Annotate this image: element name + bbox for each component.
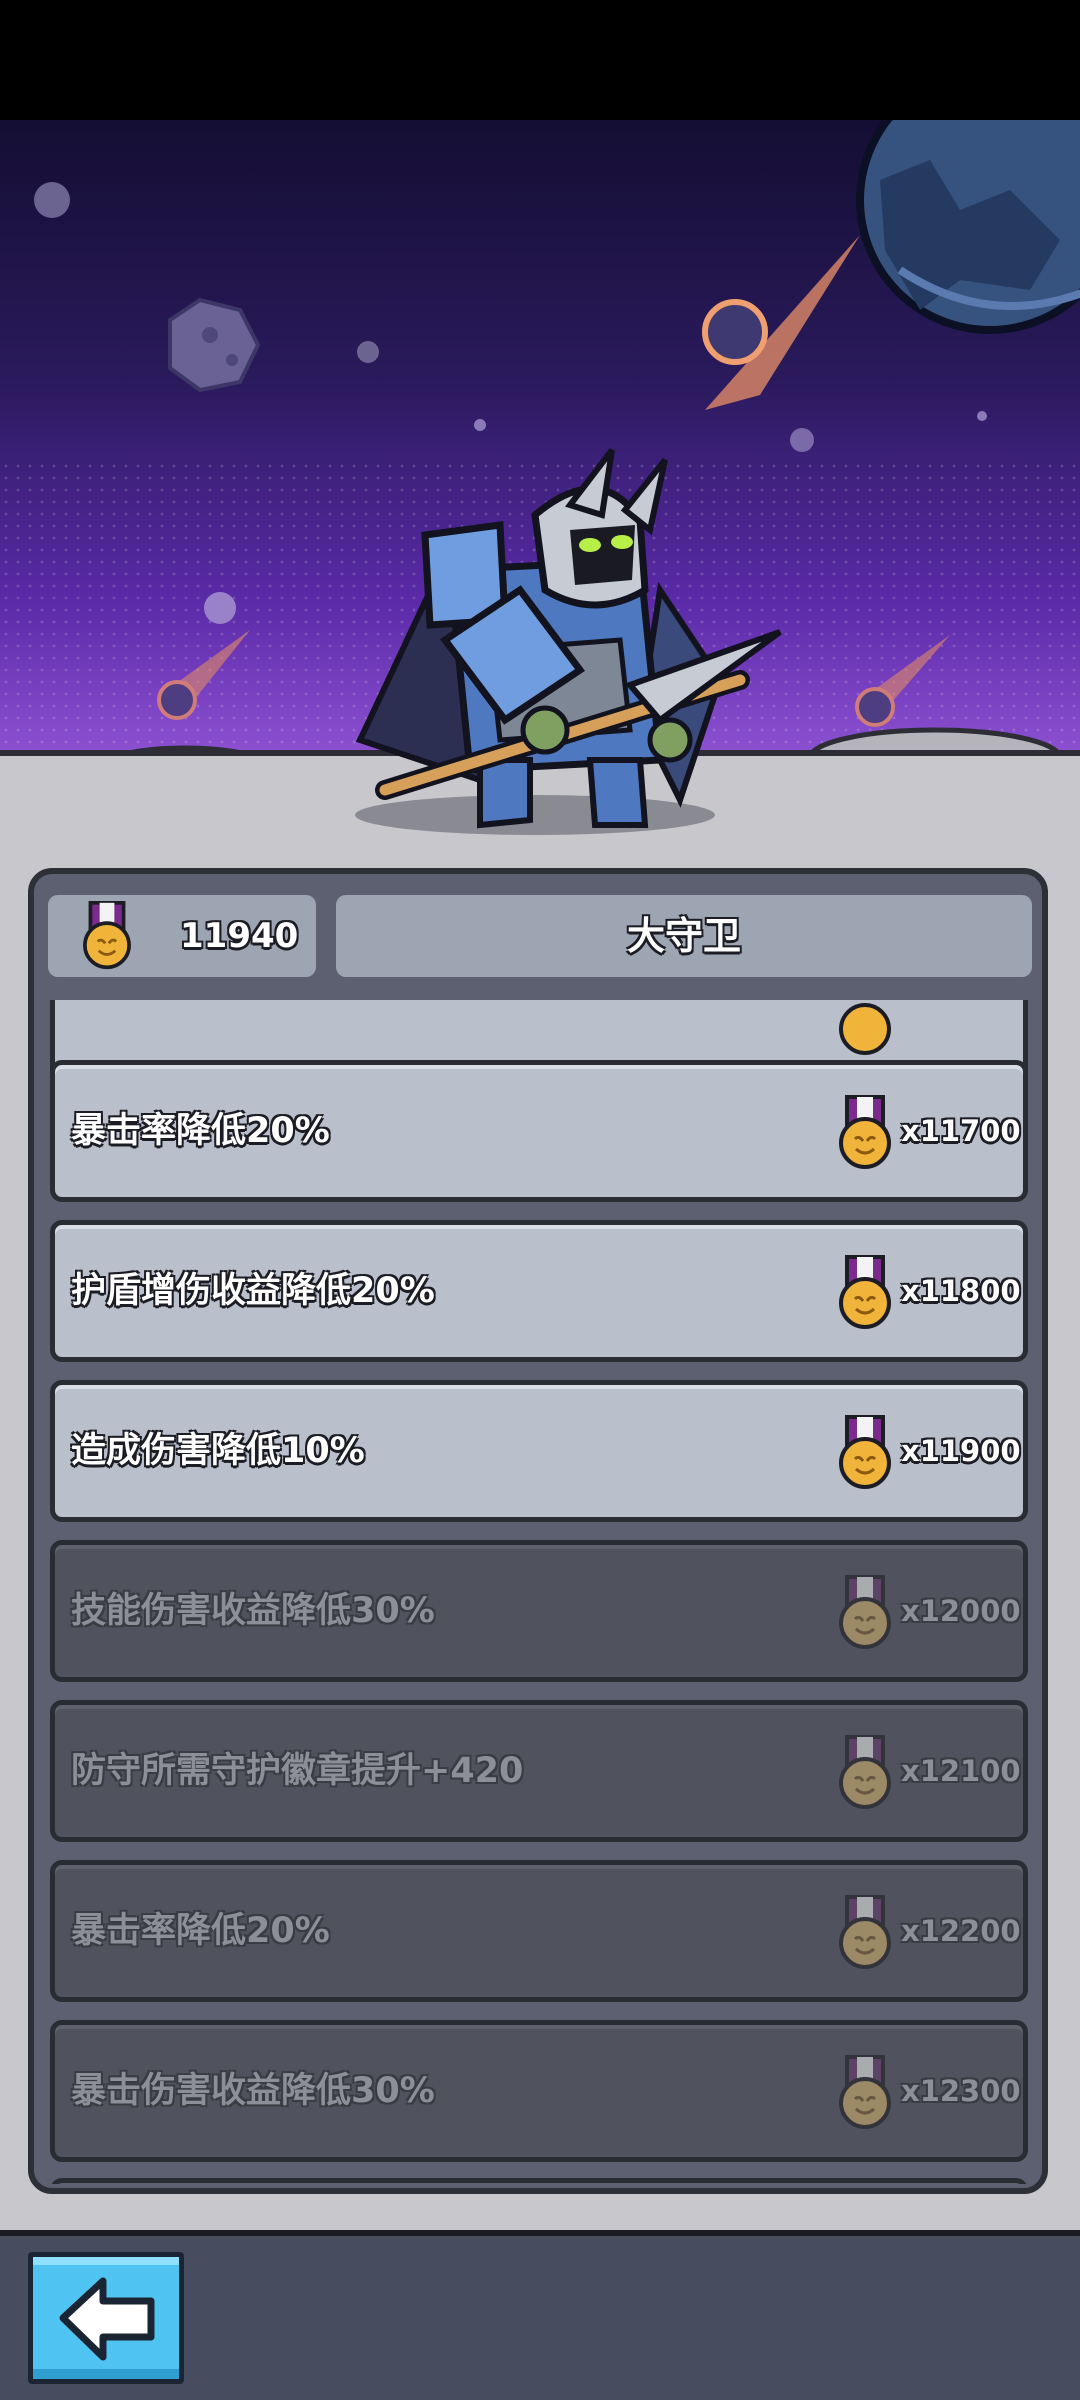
upgrade-cost: x12300 [901, 2074, 1021, 2108]
hero-title-box: 大守卫 [336, 895, 1032, 977]
upgrade-row[interactable] [50, 2178, 1028, 2184]
upgrade-cost: x12100 [901, 1754, 1021, 1788]
upgrade-list[interactable]: 暴击率降低20% x11700 护盾增伤收益降低20% x11800 造成伤害降… [48, 1000, 1032, 2184]
badge-counter: 11940 [48, 895, 316, 977]
back-button[interactable] [28, 2252, 184, 2384]
medal-icon [839, 1575, 891, 1649]
back-arrow-icon [59, 2277, 155, 2361]
upgrade-label: 技能伤害收益降低30% [71, 1591, 435, 1631]
upgrade-row[interactable]: 技能伤害收益降低30% x12000 [50, 1540, 1028, 1682]
status-bar [0, 0, 1080, 120]
medal-icon [839, 1735, 891, 1809]
upgrade-label: 暴击率降低20% [71, 1111, 330, 1151]
upgrade-row[interactable]: 暴击伤害收益降低30% x12300 [50, 2020, 1028, 2162]
badge-count: 11940 [180, 916, 299, 956]
upgrade-row[interactable]: 护盾增伤收益降低20% x11800 [50, 1220, 1028, 1362]
medal-icon [839, 1415, 891, 1489]
medal-icon [839, 2055, 891, 2129]
upgrade-cost: x11900 [901, 1434, 1021, 1468]
medal-icon [839, 1895, 891, 1969]
hero-title: 大守卫 [626, 914, 741, 958]
medal-icon [83, 901, 131, 970]
upgrade-label: 护盾增伤收益降低20% [71, 1271, 435, 1311]
upgrade-label: 暴击率降低20% [71, 1911, 330, 1951]
upgrade-label: 造成伤害降低10% [71, 1431, 365, 1471]
upgrade-cost: x11700 [901, 1114, 1021, 1148]
medal-icon [839, 1095, 891, 1169]
upgrade-cost: x12000 [901, 1594, 1021, 1628]
upgrade-row[interactable]: 暴击率降低20% x12200 [50, 1860, 1028, 2002]
upgrade-row[interactable]: 防守所需守护徽章提升+420 x12100 [50, 1700, 1028, 1842]
medal-icon [839, 1003, 891, 1055]
hero-character [355, 448, 782, 835]
upgrade-row[interactable]: 暴击率降低20% x11700 [50, 1060, 1028, 1202]
upgrade-cost: x12200 [901, 1914, 1021, 1948]
hero-scene [0, 120, 1080, 860]
upgrade-label: 防守所需守护徽章提升+420 [71, 1751, 524, 1791]
upgrade-cost: x11800 [901, 1274, 1021, 1308]
upgrade-label: 暴击伤害收益降低30% [71, 2071, 435, 2111]
medal-icon [839, 1255, 891, 1329]
upgrade-row[interactable]: 造成伤害降低10% x11900 [50, 1380, 1028, 1522]
